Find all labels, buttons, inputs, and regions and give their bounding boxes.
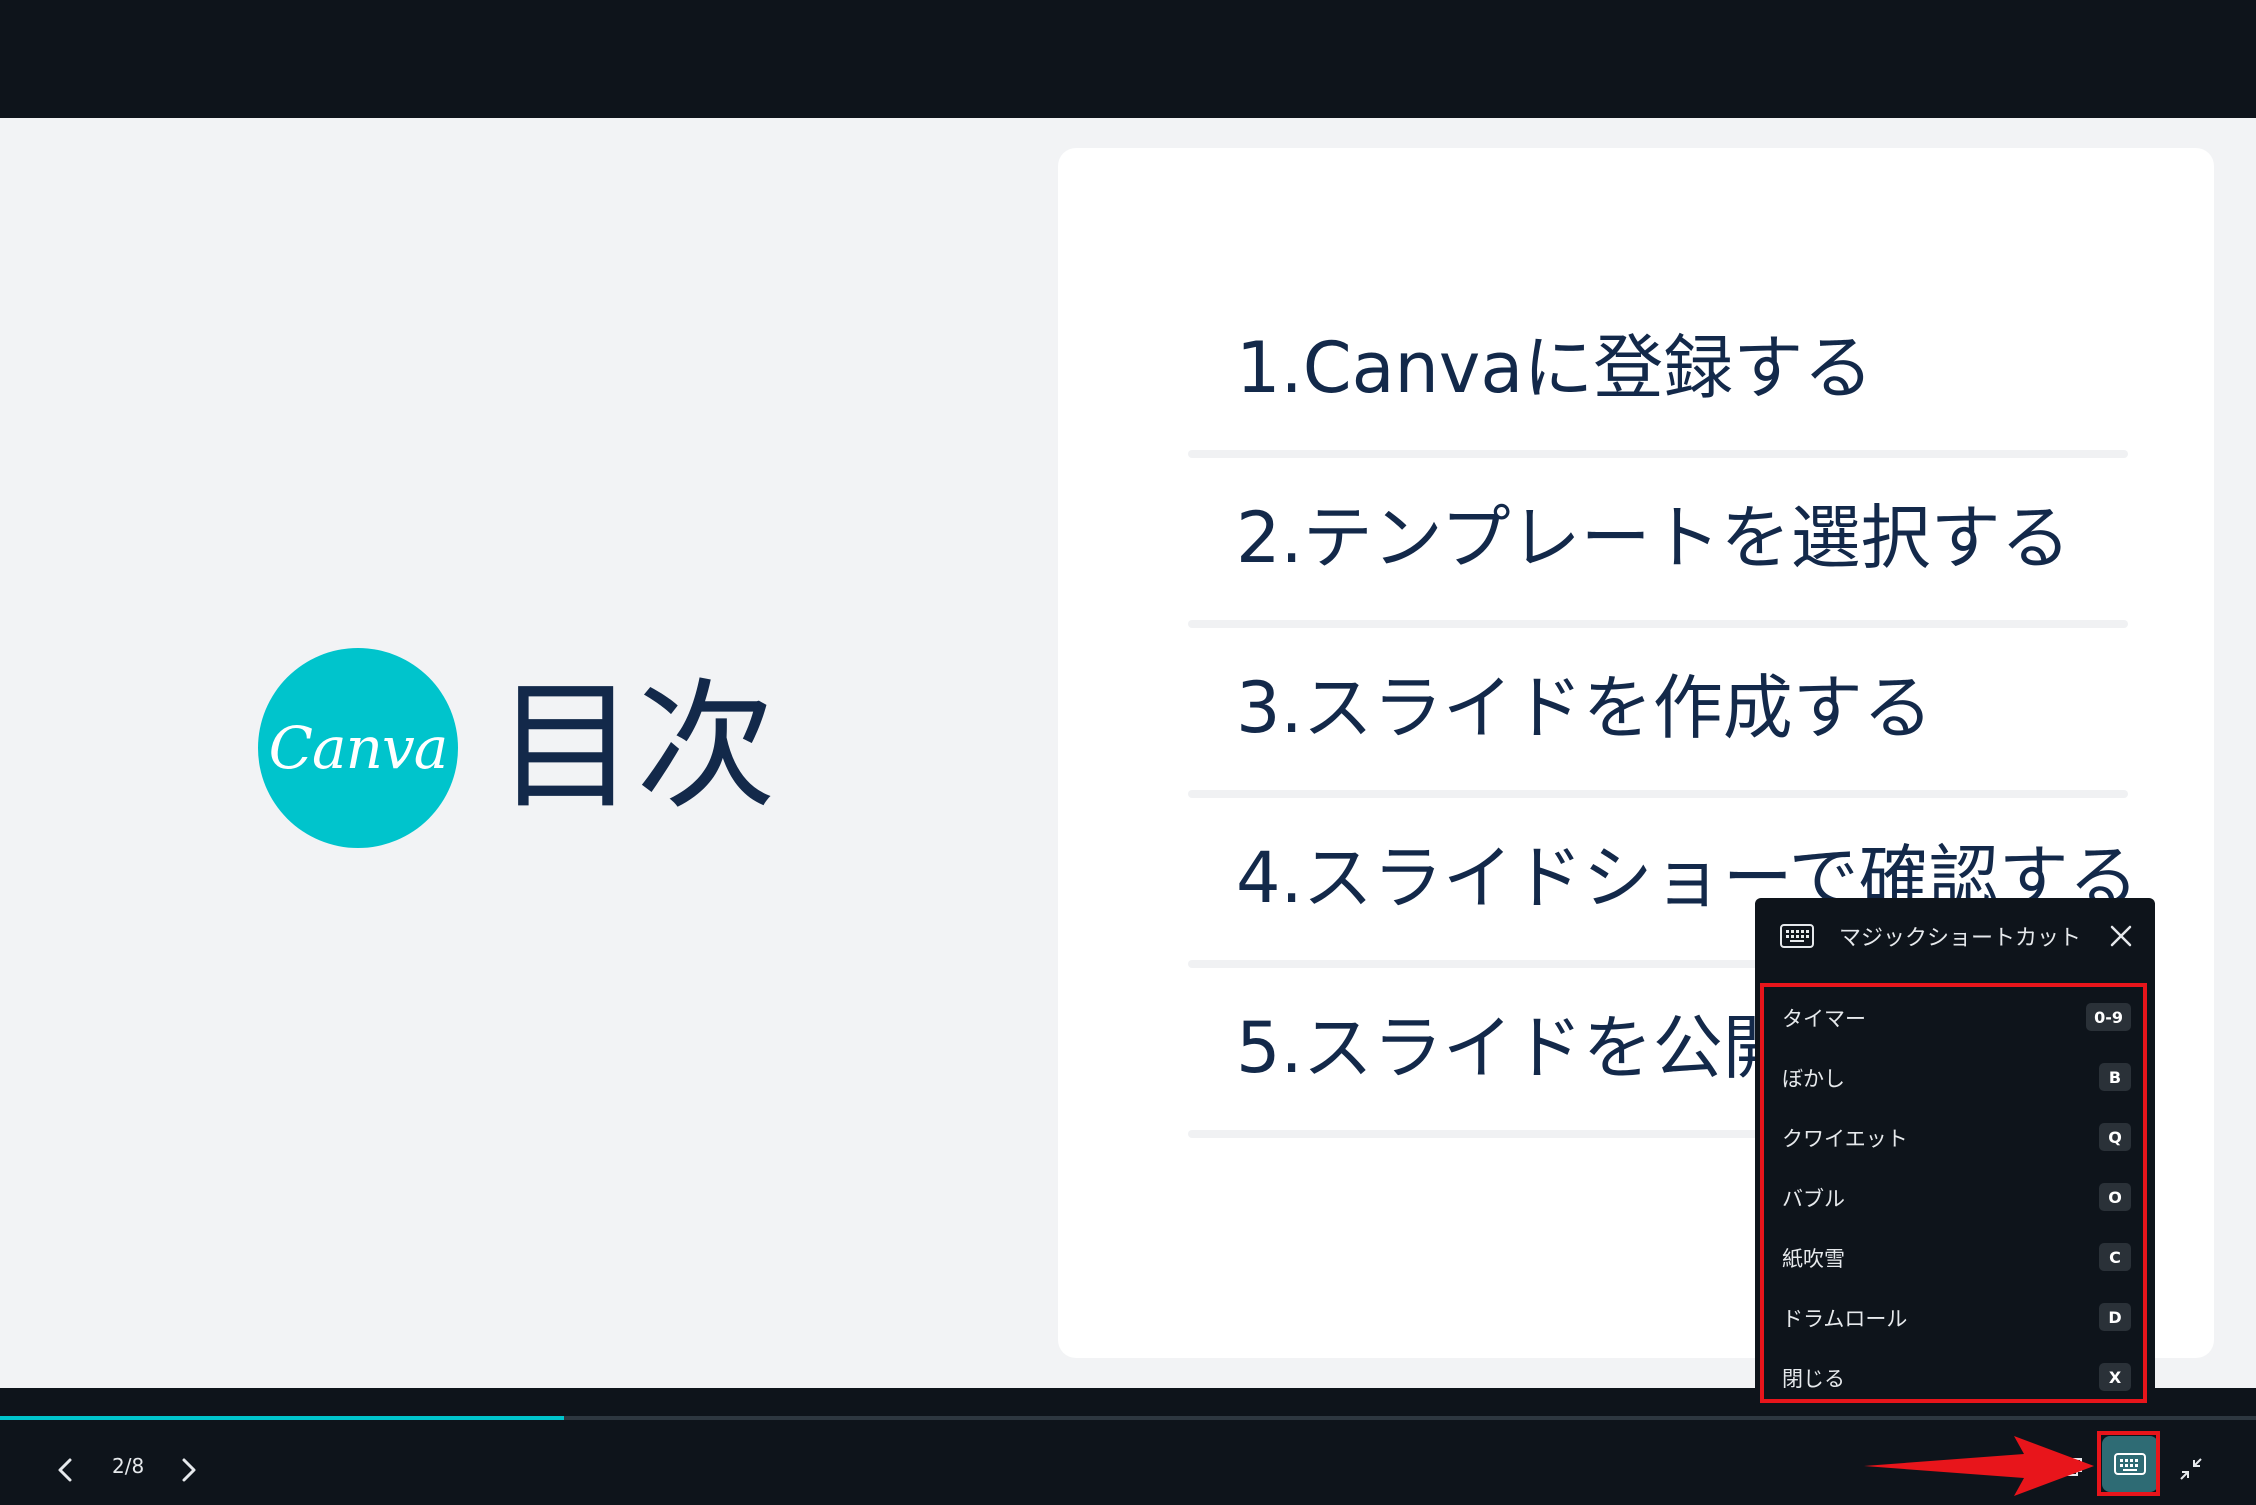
shortcut-key: D [2099, 1303, 2131, 1331]
keyboard-icon [1780, 924, 1814, 948]
shortcut-label: バブル [1782, 1187, 1845, 1211]
toc-item-text: 1.Canvaに登録する [1236, 327, 1874, 409]
toc-divider [1188, 790, 2128, 798]
toc-divider [1188, 450, 2128, 458]
toc-item-text: 3.スライドを作成する [1236, 667, 1933, 749]
shortcut-key: X [2099, 1363, 2131, 1391]
red-arrow-annotation [1864, 1436, 2094, 1496]
shortcut-item[interactable]: クワイエット Q [1764, 1107, 2143, 1167]
shortcut-item[interactable]: バブル O [1764, 1167, 2143, 1227]
panel-title: マジックショートカット [1839, 926, 2082, 951]
shortcut-key: 0-9 [2086, 1003, 2131, 1031]
shortcut-item[interactable]: ドラムロール D [1764, 1287, 2143, 1347]
shortcut-item[interactable]: 閉じる X [1764, 1347, 2143, 1407]
toc-item: 1.Canvaに登録する [1188, 288, 2128, 458]
shortcut-label: 閉じる [1782, 1367, 1845, 1391]
canva-logo-text: Canva [268, 714, 449, 782]
shortcut-label: ドラムロール [1782, 1307, 1908, 1331]
chevron-right-icon [182, 1458, 196, 1482]
shortcut-list: タイマー 0-9 ぼかし B クワイエット Q バブル O 紙吹雪 C ドラムロ… [1760, 983, 2147, 1403]
exit-fullscreen-button[interactable] [2166, 1444, 2216, 1494]
shortcut-item[interactable]: タイマー 0-9 [1764, 987, 2143, 1047]
close-icon[interactable] [2105, 920, 2137, 952]
page-counter: 2/8 [112, 1454, 145, 1478]
shortcut-item[interactable]: ぼかし B [1764, 1047, 2143, 1107]
toc-divider [1188, 620, 2128, 628]
top-bar [0, 0, 2256, 118]
toc-item-text: 2.テンプレートを選択する [1236, 497, 2071, 579]
slide-title: 目次 [496, 666, 777, 829]
highlight-box [2097, 1431, 2160, 1496]
next-slide-button[interactable] [168, 1450, 208, 1490]
minimize-icon [2180, 1458, 2202, 1480]
magic-shortcuts-panel: マジックショートカット タイマー 0-9 ぼかし B クワイエット Q バブル … [1755, 898, 2155, 1410]
shortcut-label: ぼかし [1782, 1067, 1845, 1091]
panel-header: マジックショートカット [1755, 898, 2155, 974]
chevron-left-icon [58, 1458, 72, 1482]
previous-slide-button[interactable] [46, 1450, 86, 1490]
shortcut-label: クワイエット [1782, 1127, 1908, 1151]
toc-item-text: 5.スライドを公開 [1236, 1007, 1793, 1089]
shortcut-key: B [2099, 1063, 2131, 1091]
toc-item: 2.テンプレートを選択する [1188, 458, 2128, 628]
progress-bar [0, 1416, 564, 1420]
shortcut-key: C [2099, 1243, 2131, 1271]
shortcut-label: タイマー [1782, 1007, 1866, 1031]
shortcut-item[interactable]: 紙吹雪 C [1764, 1227, 2143, 1287]
shortcut-label: 紙吹雪 [1782, 1247, 1845, 1271]
shortcut-key: Q [2099, 1123, 2131, 1151]
canva-logo: Canva [258, 648, 458, 848]
toc-item: 3.スライドを作成する [1188, 628, 2128, 798]
shortcut-key: O [2099, 1183, 2131, 1211]
